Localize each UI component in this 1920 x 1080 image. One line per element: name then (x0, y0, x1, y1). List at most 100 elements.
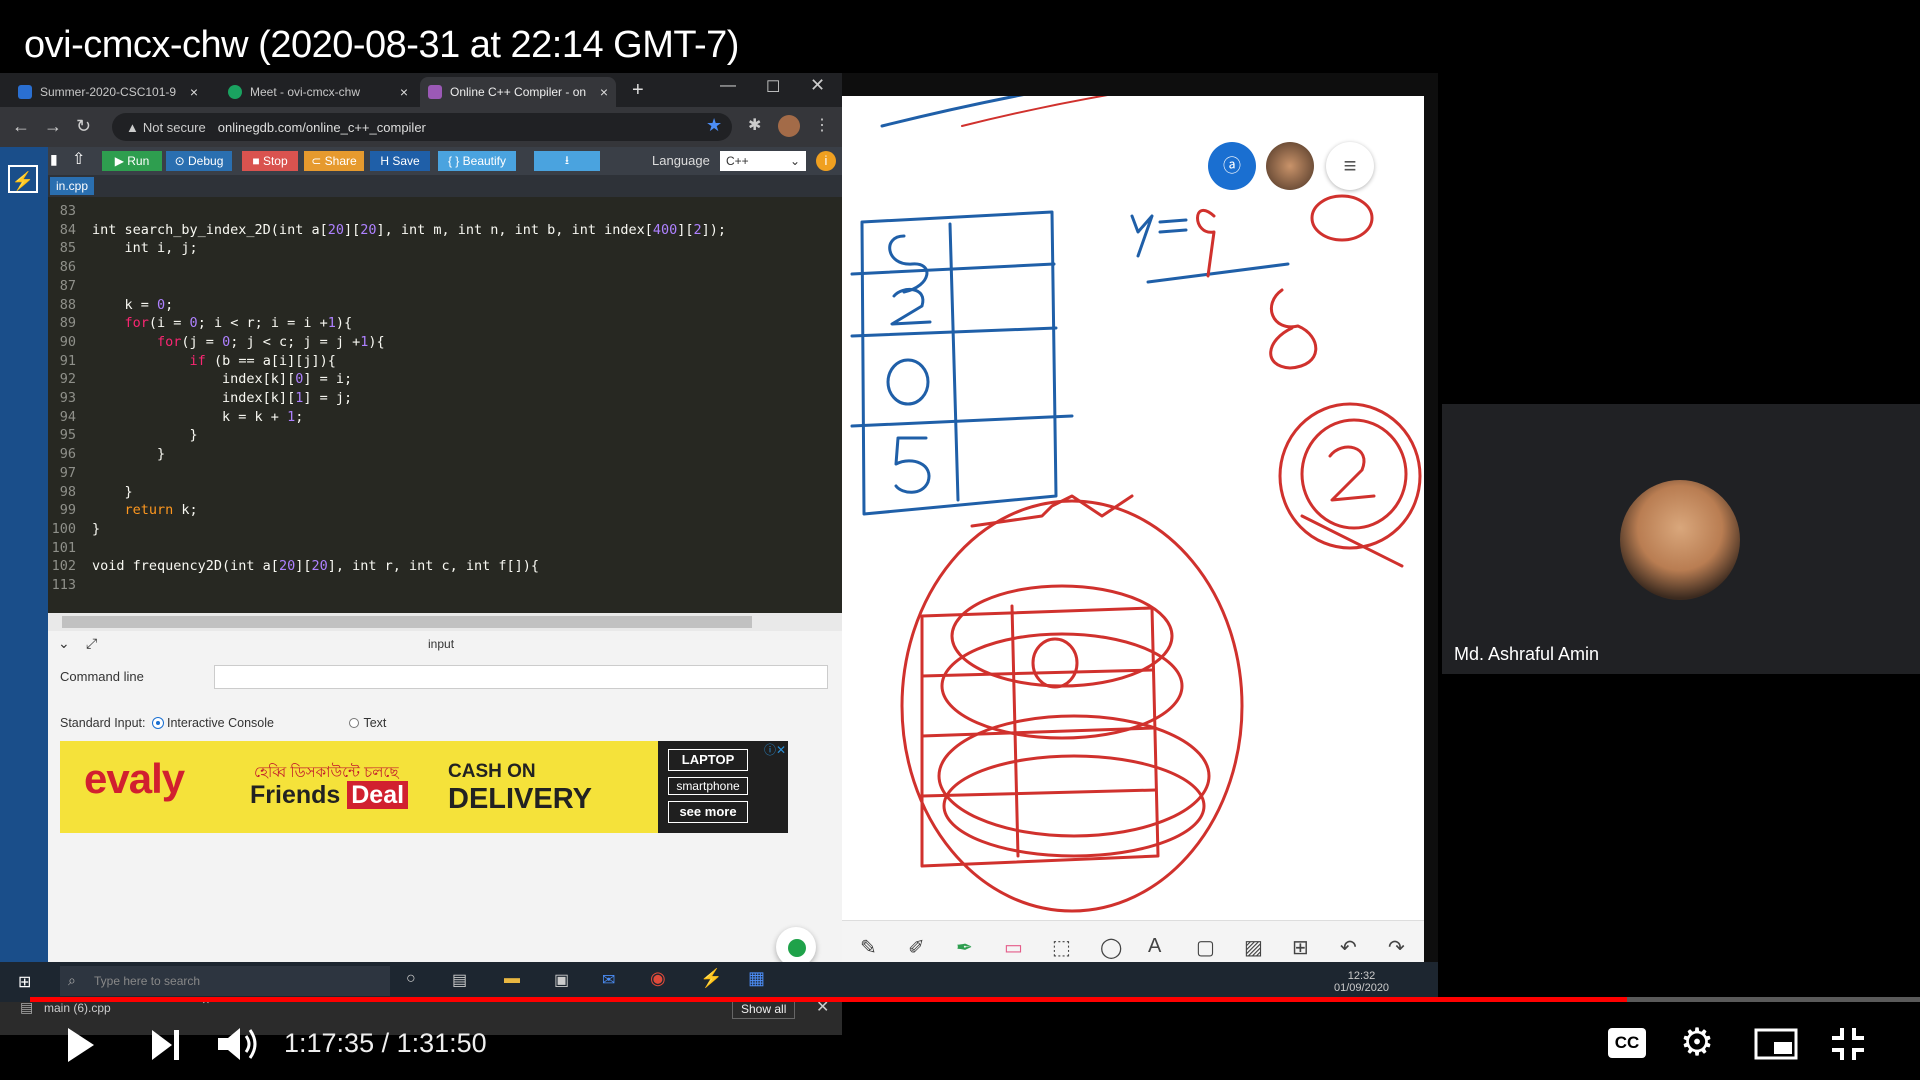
maximize-icon[interactable]: ☐ (766, 77, 780, 97)
video-progress-bar[interactable] (30, 997, 1920, 1002)
forward-icon[interactable]: → (44, 116, 62, 137)
close-icon[interactable]: × (600, 84, 608, 100)
volume-icon[interactable] (216, 1024, 260, 1064)
collapse-icon[interactable]: ⌄ (58, 635, 70, 652)
adchoices-icon[interactable]: ⓘ✕ (764, 741, 786, 758)
share-button[interactable]: ⊂ Share (304, 151, 364, 171)
user-icon[interactable]: ⓐ (1208, 142, 1256, 190)
stop-button[interactable]: ■ Stop (242, 151, 298, 171)
code-line[interactable]: if (b == a[i][j]){ (92, 353, 336, 369)
code-line[interactable]: } (92, 521, 100, 537)
code-line[interactable]: index[k][0] = i; (92, 371, 352, 387)
marker-icon[interactable]: ✐ (908, 935, 925, 960)
tab-meet[interactable]: Meet - ovi-cmcx-chw × (220, 77, 416, 107)
sticky-note-icon[interactable]: ▢ (1196, 935, 1215, 960)
close-icon[interactable]: × (400, 84, 408, 100)
settings-icon[interactable]: ⚙ (1680, 1020, 1714, 1065)
run-button[interactable]: ▶ Run (102, 151, 162, 171)
task-view-icon[interactable]: ▤ (452, 970, 467, 990)
select-icon[interactable]: ⬚ (1052, 935, 1071, 960)
radio-text[interactable] (349, 718, 360, 728)
star-icon[interactable]: ★ (706, 115, 722, 136)
command-line-input[interactable] (214, 665, 828, 689)
code-line[interactable]: for(j = 0; j < c; j = j +1){ (92, 334, 385, 350)
expand-icon[interactable]: ⤢ (86, 635, 97, 652)
lightning-icon[interactable]: ⚡ (8, 165, 38, 193)
eraser-icon[interactable]: ▭ (1004, 935, 1023, 960)
profile-avatar[interactable] (778, 115, 800, 137)
code-line[interactable]: k = 0; (92, 297, 174, 313)
language-select[interactable]: C++ ⌄ (720, 151, 806, 171)
radio-console[interactable] (152, 718, 163, 728)
code-line[interactable]: int i, j; (92, 240, 198, 256)
tab-favicon-icon (18, 85, 32, 99)
ad-banner[interactable]: evaly হেব্বি ডিসকাউন্টে চলছে Friends Dea… (60, 741, 788, 833)
horizontal-scrollbar[interactable] (48, 613, 842, 631)
security-label: Not secure (142, 119, 206, 135)
next-icon[interactable] (150, 1028, 182, 1062)
close-window-icon[interactable]: ✕ (810, 75, 825, 96)
search-icon: ⌕ (68, 972, 76, 988)
mail-icon[interactable]: ✉ (602, 970, 615, 990)
miniplayer-icon[interactable] (1754, 1028, 1798, 1060)
chrome-icon[interactable]: ◉ (650, 968, 666, 989)
ad-see-more[interactable]: see more (668, 801, 748, 823)
code-line[interactable]: k = k + 1; (92, 409, 303, 425)
scrollbar-thumb[interactable] (62, 616, 752, 628)
chat-widget[interactable] (776, 927, 816, 967)
redo-icon[interactable]: ↷ (1388, 935, 1405, 960)
code-line[interactable]: } (92, 446, 165, 462)
code-line[interactable]: for(i = 0; i < r; i = i +1){ (92, 315, 353, 331)
code-line[interactable]: void frequency2D(int a[20][20], int r, i… (92, 558, 539, 574)
undo-icon[interactable]: ↶ (1340, 935, 1357, 960)
tab-summer[interactable]: Summer-2020-CSC101-9 × (10, 77, 206, 107)
code-editor[interactable]: 83 84 int search_by_index_2D(int a[20][20]… (48, 197, 842, 613)
file-explorer-icon[interactable]: ▬ (504, 970, 520, 988)
address-input[interactable]: ▲ Not secure onlinegdb.com/online_c++_co… (112, 113, 732, 141)
hamburger-icon[interactable]: ≡ (1326, 142, 1374, 190)
tab-onlinegdb[interactable]: Online C++ Compiler - on × (420, 77, 616, 107)
captions-button[interactable]: CC (1608, 1028, 1646, 1058)
chat-icon (788, 939, 806, 957)
back-icon[interactable]: ← (12, 116, 30, 137)
windows-start-icon[interactable]: ⊞ (18, 972, 31, 992)
app-icon[interactable]: ⚡ (700, 968, 722, 989)
pen-icon[interactable]: ✎ (860, 935, 877, 960)
new-tab-button[interactable]: + (632, 79, 644, 102)
store-icon[interactable]: ▣ (554, 970, 569, 990)
exit-fullscreen-icon[interactable] (1830, 1026, 1866, 1062)
extensions-icon[interactable]: ✱ (748, 115, 761, 135)
io-panel: ⌄ ⤢ input Command line Standard Input: I… (48, 631, 842, 983)
code-line[interactable]: } (92, 484, 133, 500)
code-line[interactable]: } (92, 427, 198, 443)
cortana-icon[interactable]: ○ (406, 970, 416, 988)
debug-button[interactable]: ⊙ Debug (166, 151, 232, 171)
close-icon[interactable]: × (190, 84, 198, 100)
taskbar-clock[interactable]: 12:32 01/09/2020 (1334, 970, 1389, 994)
participant-avatar[interactable] (1266, 142, 1314, 190)
reload-icon[interactable]: ↻ (76, 116, 91, 137)
app-icon[interactable]: ▦ (748, 968, 765, 989)
file-icon[interactable]: ▮ (50, 151, 58, 168)
menu-icon[interactable]: ⋮ (814, 115, 830, 135)
add-icon[interactable]: ⊞ (1292, 935, 1309, 960)
save-button[interactable]: H Save (370, 151, 430, 171)
beautify-button[interactable]: { } Beautify (438, 151, 516, 171)
info-icon[interactable]: i (816, 151, 836, 171)
upload-icon[interactable]: ⇧ (72, 149, 85, 169)
whiteboard-canvas[interactable]: ⓐ ≡ (842, 64, 1424, 942)
minimize-icon[interactable]: — (720, 77, 736, 95)
code-line[interactable]: index[k][1] = j; (92, 390, 352, 406)
code-line[interactable]: return k; (92, 502, 198, 518)
taskbar-search[interactable]: ⌕ Type here to search (60, 966, 390, 996)
image-icon[interactable]: ▨ (1244, 935, 1263, 960)
line-number: 100 (51, 520, 76, 537)
file-tab[interactable]: in.cpp (50, 177, 95, 195)
line-number: 94 (59, 408, 76, 425)
lasso-icon[interactable]: ◯ (1100, 935, 1122, 960)
highlighter-icon[interactable]: ✒ (956, 935, 973, 960)
text-icon[interactable]: A (1148, 935, 1161, 958)
code-line[interactable]: int search_by_index_2D(int a[20][20], in… (92, 222, 726, 238)
play-icon[interactable] (64, 1026, 98, 1064)
download-button[interactable]: ⭳ (534, 151, 600, 171)
